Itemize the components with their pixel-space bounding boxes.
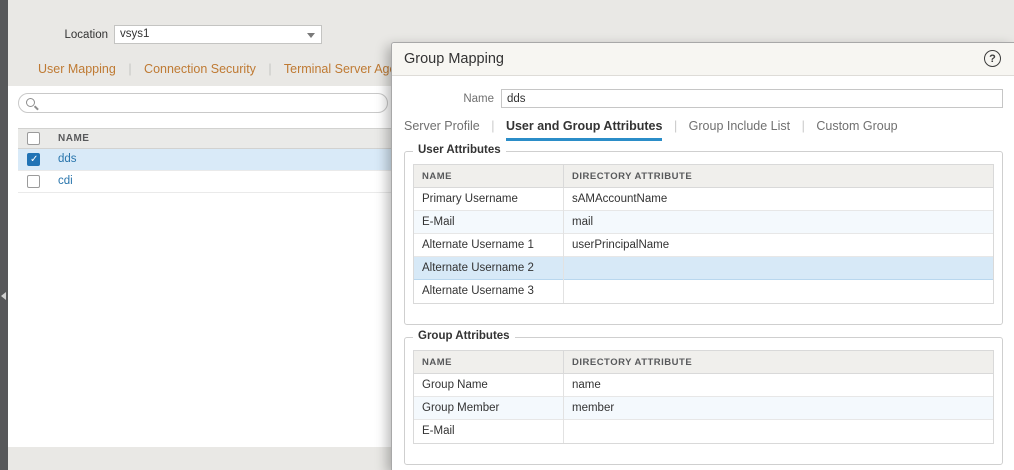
group-mapping-dialog: Group Mapping ? Name Server Profile | Us… <box>391 42 1014 470</box>
attr-value[interactable]: member <box>564 397 993 420</box>
attr-name: Group Member <box>414 397 564 420</box>
attr-value[interactable]: name <box>564 374 993 397</box>
row-name-link[interactable]: dds <box>58 153 77 165</box>
attr-name: E-Mail <box>414 420 564 443</box>
attr-value[interactable] <box>564 257 993 280</box>
attr-name: Primary Username <box>414 188 564 211</box>
attr-row[interactable]: E-Mail mail <box>414 211 993 234</box>
attr-row[interactable]: Group Name name <box>414 374 993 397</box>
tab-user-mapping[interactable]: User Mapping <box>38 62 116 76</box>
chevron-down-icon <box>307 33 315 38</box>
tab-separator: | <box>268 62 272 76</box>
attr-name: Alternate Username 3 <box>414 280 564 303</box>
search-icon <box>26 98 35 107</box>
tab-server-profile[interactable]: Server Profile <box>404 119 480 138</box>
column-header-directory-attribute: DIRECTORY ATTRIBUTE <box>572 357 693 368</box>
left-panel-edge <box>0 0 8 470</box>
tab-separator: | <box>801 119 805 133</box>
collapse-panel-icon[interactable] <box>1 292 6 300</box>
attr-row[interactable]: Primary Username sAMAccountName <box>414 188 993 211</box>
attr-row[interactable]: E-Mail <box>414 420 993 443</box>
name-field[interactable] <box>501 89 1003 108</box>
attr-name: Alternate Username 1 <box>414 234 564 257</box>
dialog-tab-bar: Server Profile | User and Group Attribut… <box>404 119 898 141</box>
tab-separator: | <box>491 119 495 133</box>
attr-value[interactable]: userPrincipalName <box>564 234 993 257</box>
attr-value[interactable] <box>564 280 993 303</box>
search-input[interactable] <box>41 95 381 111</box>
attr-name: Group Name <box>414 374 564 397</box>
tab-group-include-list[interactable]: Group Include List <box>689 119 790 138</box>
help-icon[interactable]: ? <box>984 50 1001 67</box>
dialog-title: Group Mapping <box>404 51 504 67</box>
attr-name: E-Mail <box>414 211 564 234</box>
attr-value[interactable]: mail <box>564 211 993 234</box>
column-header-name: NAME <box>414 351 564 374</box>
search-box <box>18 93 388 113</box>
dialog-header: Group Mapping ? <box>392 43 1014 76</box>
user-attributes-legend: User Attributes <box>413 144 506 156</box>
name-label: Name <box>463 93 494 105</box>
tab-separator: | <box>128 62 132 76</box>
user-attributes-fieldset: User Attributes NAME DIRECTORY ATTRIBUTE… <box>404 144 1003 325</box>
attr-value[interactable]: sAMAccountName <box>564 188 993 211</box>
attr-row[interactable]: Alternate Username 3 <box>414 280 993 303</box>
column-header-name: NAME <box>58 133 90 144</box>
select-all-checkbox[interactable] <box>27 132 40 145</box>
attr-name: Alternate Username 2 <box>414 257 564 280</box>
tab-separator: | <box>673 119 678 133</box>
row-checkbox[interactable] <box>27 175 40 188</box>
group-attributes-table: NAME DIRECTORY ATTRIBUTE Group Name name… <box>413 350 994 444</box>
location-label: Location <box>64 29 108 41</box>
attr-table-header: NAME DIRECTORY ATTRIBUTE <box>414 165 993 188</box>
attr-table-header: NAME DIRECTORY ATTRIBUTE <box>414 351 993 374</box>
group-attributes-fieldset: Group Attributes NAME DIRECTORY ATTRIBUT… <box>404 330 1003 465</box>
group-attributes-legend: Group Attributes <box>413 330 515 342</box>
user-attributes-table: NAME DIRECTORY ATTRIBUTE Primary Usernam… <box>413 164 994 304</box>
column-header-directory-attribute: DIRECTORY ATTRIBUTE <box>572 171 693 182</box>
attr-row[interactable]: Alternate Username 2 <box>414 257 993 280</box>
row-name-link[interactable]: cdi <box>58 175 73 187</box>
tab-user-and-group-attributes[interactable]: User and Group Attributes <box>505 119 663 141</box>
tab-custom-group[interactable]: Custom Group <box>816 119 897 138</box>
tab-connection-security[interactable]: Connection Security <box>144 62 256 76</box>
attr-value[interactable] <box>564 420 993 443</box>
subtab-bar: User Mapping | Connection Security | Ter… <box>38 62 412 76</box>
column-header-name: NAME <box>414 165 564 188</box>
location-dropdown-value: vsys1 <box>120 28 150 40</box>
attr-row[interactable]: Alternate Username 1 userPrincipalName <box>414 234 993 257</box>
tab-terminal-server-agents[interactable]: Terminal Server Agen <box>284 62 404 76</box>
attr-row[interactable]: Group Member member <box>414 397 993 420</box>
location-dropdown[interactable]: vsys1 <box>114 25 322 44</box>
row-checkbox[interactable] <box>27 153 40 166</box>
